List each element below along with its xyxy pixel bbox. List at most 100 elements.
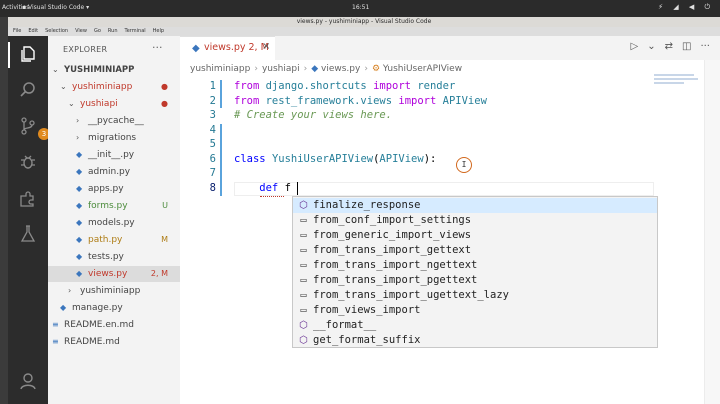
menu-item-file[interactable]: File [13, 27, 21, 36]
file-item[interactable]: ◆ tests.py [48, 249, 180, 265]
breadcrumb-item[interactable]: yushiminiapp [190, 64, 250, 74]
file-item[interactable]: ◆ manage.py [48, 300, 180, 316]
explorer-icon[interactable] [18, 44, 38, 64]
file-item[interactable]: ≡ README.md [48, 334, 180, 350]
editor-actions: ▷ ⌄ ⇄ ◫ ··· [631, 41, 710, 52]
snippet-icon: ▭ [300, 245, 307, 256]
breadcrumb-item[interactable]: views.py [321, 64, 360, 74]
run-debug-icon[interactable] [18, 152, 38, 172]
split-editor-icon[interactable]: ◫ [682, 41, 691, 52]
system-tray[interactable]: ⚡ ◢ ◀ ⏻ [658, 3, 714, 12]
minimap[interactable] [654, 74, 700, 96]
code-token: APIView [442, 94, 487, 107]
file-item[interactable]: ◆ apps.py [48, 181, 180, 197]
chevron-down-icon[interactable]: ⌄ [647, 41, 655, 52]
source-control-icon[interactable]: 3 [18, 116, 50, 140]
snippet-icon: ▭ [300, 260, 307, 271]
python-file-icon: ◆ [76, 218, 83, 227]
testing-icon[interactable] [18, 224, 38, 244]
file-item[interactable]: ◆ path.py M [48, 232, 180, 248]
menu-item-terminal[interactable]: Terminal [125, 27, 146, 36]
tree-item-label: __pycache__ [88, 116, 144, 126]
snippet-icon: ▭ [300, 230, 307, 241]
tree-item-label: README.md [64, 337, 120, 347]
line-number: 1 [209, 80, 216, 92]
file-item[interactable]: ◆ views.py 2, M [48, 266, 180, 282]
tree-item-label: migrations [88, 133, 137, 143]
suggestion-item[interactable]: ▭ from_conf_import_settings [293, 213, 657, 228]
suggestion-item[interactable]: ▭ from_generic_import_views [293, 228, 657, 243]
folder-item[interactable]: › migrations [48, 130, 180, 146]
accounts-icon[interactable] [18, 371, 38, 391]
suggestion-item[interactable]: ⬡ get_format_suffix [293, 333, 657, 348]
menu-item-view[interactable]: View [75, 27, 87, 36]
line-number: 7 [209, 167, 216, 179]
breadcrumb-item[interactable]: yushiapi [262, 64, 300, 74]
suggestion-item[interactable]: ▭ from_views_import [293, 303, 657, 318]
menu-item-edit[interactable]: Edit [28, 27, 38, 36]
tree-item-label: README.en.md [64, 320, 134, 330]
close-icon[interactable]: × [262, 41, 270, 52]
markdown-file-icon: ≡ [52, 320, 59, 329]
breadcrumb-item[interactable]: YushiUserAPIView [383, 64, 462, 74]
file-item[interactable]: ◆ admin.py [48, 164, 180, 180]
python-file-icon: ◆ [76, 269, 83, 278]
editor-tabs: ◆ views.py 2, M × ▷ ⌄ ⇄ ◫ ··· [180, 36, 720, 60]
menu-item-selection[interactable]: Selection [45, 27, 68, 36]
run-file-icon[interactable]: ▷ [631, 41, 639, 52]
window-title: views.py - yushiminiapp - Visual Studio … [8, 17, 720, 27]
file-item[interactable]: ◆ models.py [48, 215, 180, 231]
code-token: def [234, 181, 285, 194]
snippet-icon: ▭ [300, 215, 307, 226]
folder-item[interactable]: ⌄ yushiminiapp ● [48, 79, 180, 95]
code-token: from [234, 80, 266, 92]
status-badge: ● [161, 99, 168, 108]
more-actions-icon[interactable]: ··· [152, 41, 163, 54]
menu-item-help[interactable]: Help [153, 27, 164, 36]
tree-item-label: yushiapi [80, 99, 118, 109]
suggestion-label: from_trans_import_pgettext [313, 274, 478, 286]
class-symbol-icon: ⚙ [371, 64, 381, 74]
app-menu[interactable]: ▪ Visual Studio Code ▾ [22, 4, 89, 11]
code-line: from django.shortcuts import render [234, 80, 455, 92]
tree-item-label: yushiminiapp [72, 82, 133, 92]
open-changes-icon[interactable]: ⇄ [665, 41, 673, 52]
folder-item[interactable]: › yushiminiapp [48, 283, 180, 299]
status-badge: M [161, 235, 168, 244]
suggestion-label: get_format_suffix [313, 334, 421, 346]
line-number: 8 [209, 181, 216, 194]
vertical-scrollbar[interactable] [704, 60, 720, 404]
suggest-widget: ⬡ finalize_response ▭ from_conf_import_sett… [292, 196, 658, 348]
python-file-icon: ◆ [76, 201, 83, 210]
chevron-right-icon: › [68, 286, 72, 295]
suggestion-label: from_conf_import_settings [313, 214, 472, 226]
snippet-icon: ▭ [300, 290, 307, 301]
more-icon[interactable]: ··· [700, 41, 710, 52]
explorer-title: EXPLORER [63, 45, 108, 54]
extensions-icon[interactable] [18, 188, 38, 208]
folder-item[interactable]: › __pycache__ [48, 113, 180, 129]
line-number: 4 [209, 123, 216, 136]
code-line: # Create your views here. [234, 109, 392, 121]
suggestion-item[interactable]: ⬡ finalize_response [293, 198, 657, 213]
chevron-right-icon: › [254, 64, 258, 74]
menu-item-go[interactable]: Go [94, 27, 101, 36]
suggestion-item[interactable]: ▭ from_trans_import_gettext [293, 243, 657, 258]
search-icon[interactable] [18, 80, 38, 100]
suggestion-item[interactable]: ▭ from_trans_import_ugettext_lazy [293, 288, 657, 303]
file-item[interactable]: ◆ forms.py U [48, 198, 180, 214]
folder-item[interactable]: ⌄ YUSHIMINIAPP [48, 62, 180, 78]
suggestion-item[interactable]: ▭ from_trans_import_ngettext [293, 258, 657, 273]
clock[interactable]: 16:51 [352, 4, 369, 11]
folder-item[interactable]: ⌄ yushiapi ● [48, 96, 180, 112]
line-number: 2 [209, 94, 216, 107]
error-squiggle [260, 195, 284, 197]
menu-item-run[interactable]: Run [108, 27, 118, 36]
tree-item-label: apps.py [88, 184, 124, 194]
suggestion-item[interactable]: ▭ from_trans_import_pgettext [293, 273, 657, 288]
file-item[interactable]: ◆ __init__.py [48, 147, 180, 163]
code-line: class YushiUserAPIView(APIView): [234, 153, 436, 165]
suggestion-item[interactable]: ⬡ __format__ [293, 318, 657, 333]
file-item[interactable]: ≡ README.en.md [48, 317, 180, 333]
tab-views-py[interactable]: ◆ views.py 2, M × [180, 36, 275, 60]
